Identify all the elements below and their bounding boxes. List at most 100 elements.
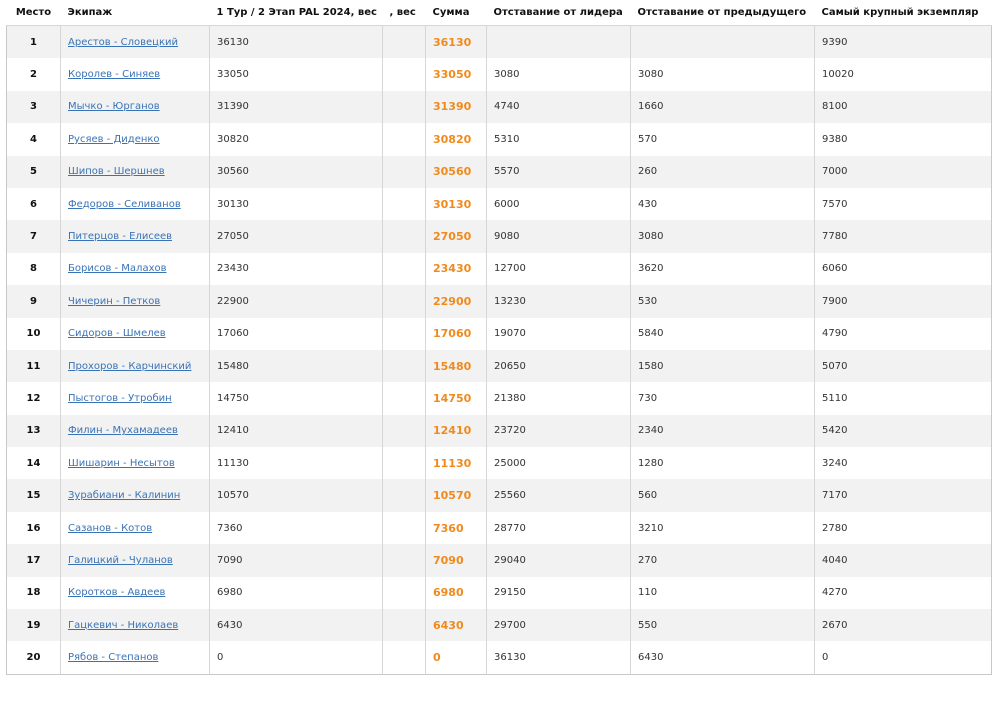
header-weight: , вес bbox=[382, 0, 426, 26]
crew-link[interactable]: Сазанов - Котов bbox=[68, 523, 152, 534]
place-cell: 17 bbox=[6, 544, 61, 577]
table-row: 12 Пыстогов - Утробин 14750 14750 21380 730 51… bbox=[6, 382, 992, 415]
biggest-fish-cell: 8100 bbox=[814, 90, 992, 124]
crew-link[interactable]: Чичерин - Петков bbox=[68, 296, 160, 307]
gap-previous-cell: 2340 bbox=[630, 414, 815, 448]
sum-cell: 17060 bbox=[425, 317, 487, 350]
crew-cell: Русяев - Диденко bbox=[60, 123, 210, 156]
gap-leader-cell: 5310 bbox=[486, 123, 631, 156]
crew-link[interactable]: Арестов - Словецкий bbox=[68, 37, 178, 48]
gap-previous-cell: 3080 bbox=[630, 220, 815, 253]
crew-link[interactable]: Прохоров - Карчинский bbox=[68, 361, 191, 372]
stage-weight-cell: 36130 bbox=[209, 25, 383, 59]
place-cell: 13 bbox=[6, 414, 61, 448]
results-table-container: Место Экипаж 1 Тур / 2 Этап PAL 2024, ве… bbox=[6, 0, 992, 675]
gap-leader-cell: 13230 bbox=[486, 285, 631, 318]
gap-previous-cell: 5840 bbox=[630, 317, 815, 350]
biggest-fish-cell: 4040 bbox=[814, 544, 992, 577]
place-cell: 12 bbox=[6, 382, 61, 415]
weight-cell bbox=[382, 544, 426, 577]
table-row: 15 Зурабиани - Калинин 10570 10570 25560 560 7… bbox=[6, 479, 992, 512]
header-gap-leader: Отставание от лидера bbox=[486, 0, 631, 26]
table-row: 1 Арестов - Словецкий 36130 36130 9390 bbox=[6, 25, 992, 59]
crew-link[interactable]: Сидоров - Шмелев bbox=[68, 328, 166, 339]
gap-previous-cell: 560 bbox=[630, 479, 815, 512]
crew-link[interactable]: Мычко - Юрганов bbox=[68, 101, 160, 112]
gap-previous-cell: 570 bbox=[630, 123, 815, 156]
sum-cell: 33050 bbox=[425, 58, 487, 91]
sum-cell: 7090 bbox=[425, 544, 487, 577]
place-cell: 11 bbox=[6, 349, 61, 383]
table-row: 2 Королев - Синяев 33050 33050 3080 3080 10020 bbox=[6, 58, 992, 91]
header-crew: Экипаж bbox=[60, 0, 210, 26]
weight-cell bbox=[382, 609, 426, 642]
stage-weight-cell: 30820 bbox=[209, 123, 383, 156]
stage-weight-cell: 23430 bbox=[209, 252, 383, 286]
crew-cell: Коротков - Авдеев bbox=[60, 576, 210, 610]
crew-link[interactable]: Коротков - Авдеев bbox=[68, 587, 165, 598]
crew-cell: Шипов - Шершнев bbox=[60, 155, 210, 188]
gap-previous-cell: 6430 bbox=[630, 641, 815, 675]
biggest-fish-cell: 7900 bbox=[814, 285, 992, 318]
place-cell: 4 bbox=[6, 123, 61, 156]
header-sum: Сумма bbox=[425, 0, 487, 26]
stage-weight-cell: 33050 bbox=[209, 58, 383, 91]
biggest-fish-cell: 5420 bbox=[814, 414, 992, 448]
sum-cell: 7360 bbox=[425, 511, 487, 545]
weight-cell bbox=[382, 576, 426, 610]
stage-weight-cell: 11130 bbox=[209, 447, 383, 480]
crew-link[interactable]: Зурабиани - Калинин bbox=[68, 490, 180, 501]
place-cell: 6 bbox=[6, 187, 61, 221]
biggest-fish-cell: 2780 bbox=[814, 511, 992, 545]
crew-link[interactable]: Гацкевич - Николаев bbox=[68, 620, 178, 631]
gap-leader-cell: 4740 bbox=[486, 90, 631, 124]
crew-link[interactable]: Королев - Синяев bbox=[68, 69, 160, 80]
gap-leader-cell: 3080 bbox=[486, 58, 631, 91]
crew-cell: Арестов - Словецкий bbox=[60, 25, 210, 59]
table-row: 19 Гацкевич - Николаев 6430 6430 29700 550 267… bbox=[6, 609, 992, 642]
stage-weight-cell: 22900 bbox=[209, 285, 383, 318]
gap-leader-cell: 29040 bbox=[486, 544, 631, 577]
gap-leader-cell: 28770 bbox=[486, 511, 631, 545]
sum-cell: 10570 bbox=[425, 479, 487, 512]
stage-weight-cell: 6430 bbox=[209, 609, 383, 642]
weight-cell bbox=[382, 90, 426, 124]
crew-link[interactable]: Шишарин - Несытов bbox=[68, 458, 175, 469]
crew-link[interactable]: Галицкий - Чуланов bbox=[68, 555, 173, 566]
crew-link[interactable]: Рябов - Степанов bbox=[68, 652, 158, 663]
crew-cell: Галицкий - Чуланов bbox=[60, 544, 210, 577]
gap-leader-cell: 21380 bbox=[486, 382, 631, 415]
header-place: Место bbox=[6, 0, 61, 26]
table-row: 5 Шипов - Шершнев 30560 30560 5570 260 7000 bbox=[6, 155, 992, 188]
gap-previous-cell: 550 bbox=[630, 609, 815, 642]
gap-leader-cell: 19070 bbox=[486, 317, 631, 350]
crew-link[interactable]: Питерцов - Елисеев bbox=[68, 231, 172, 242]
table-row: 14 Шишарин - Несытов 11130 11130 25000 1280 32… bbox=[6, 447, 992, 480]
stage-weight-cell: 12410 bbox=[209, 414, 383, 448]
crew-cell: Прохоров - Карчинский bbox=[60, 349, 210, 383]
weight-cell bbox=[382, 187, 426, 221]
biggest-fish-cell: 7000 bbox=[814, 155, 992, 188]
crew-link[interactable]: Пыстогов - Утробин bbox=[68, 393, 172, 404]
place-cell: 14 bbox=[6, 447, 61, 480]
crew-link[interactable]: Филин - Мухамадеев bbox=[68, 425, 178, 436]
weight-cell bbox=[382, 414, 426, 448]
stage-weight-cell: 31390 bbox=[209, 90, 383, 124]
place-cell: 16 bbox=[6, 511, 61, 545]
crew-link[interactable]: Борисов - Малахов bbox=[68, 263, 167, 274]
table-row: 3 Мычко - Юрганов 31390 31390 4740 1660 8100 bbox=[6, 90, 992, 124]
biggest-fish-cell: 4270 bbox=[814, 576, 992, 610]
gap-leader-cell: 5570 bbox=[486, 155, 631, 188]
crew-cell: Королев - Синяев bbox=[60, 58, 210, 91]
place-cell: 8 bbox=[6, 252, 61, 286]
crew-link[interactable]: Шипов - Шершнев bbox=[68, 166, 165, 177]
table-row: 6 Федоров - Селиванов 30130 30130 6000 430 757… bbox=[6, 187, 992, 221]
header-stage-weight: 1 Тур / 2 Этап PAL 2024, вес bbox=[209, 0, 383, 26]
crew-link[interactable]: Федоров - Селиванов bbox=[68, 199, 181, 210]
gap-previous-cell: 1280 bbox=[630, 447, 815, 480]
crew-cell: Шишарин - Несытов bbox=[60, 447, 210, 480]
crew-link[interactable]: Русяев - Диденко bbox=[68, 134, 160, 145]
sum-cell: 11130 bbox=[425, 447, 487, 480]
weight-cell bbox=[382, 317, 426, 350]
sum-cell: 6980 bbox=[425, 576, 487, 610]
